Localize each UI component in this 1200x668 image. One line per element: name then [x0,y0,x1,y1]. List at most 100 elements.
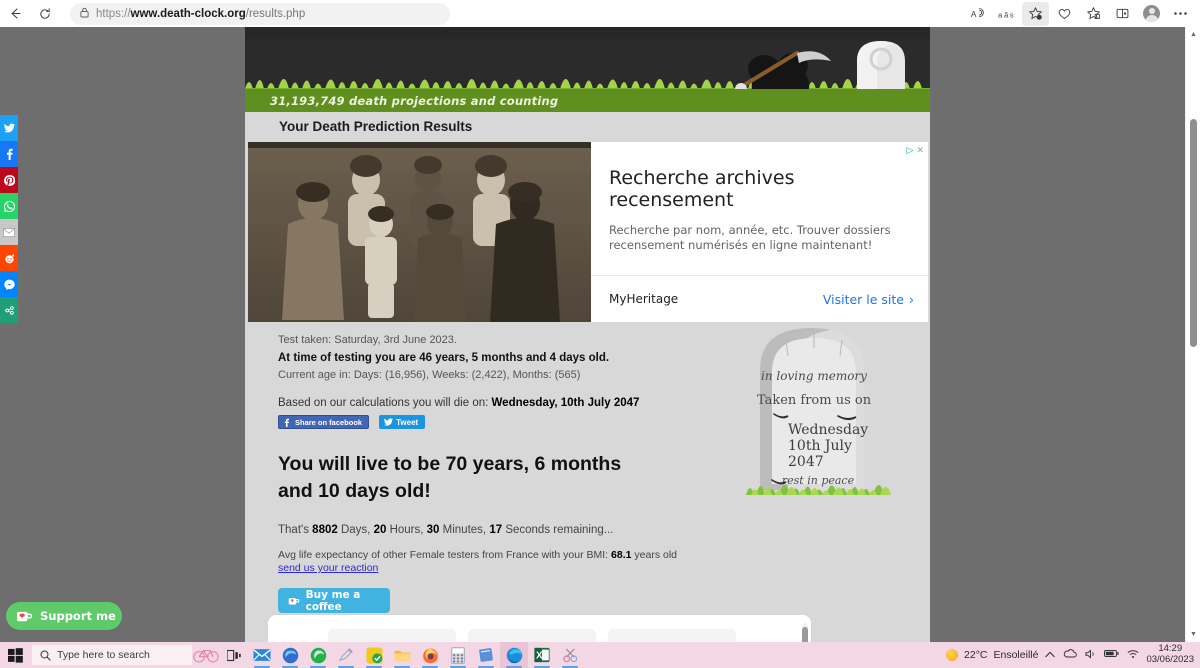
edge-dev-icon[interactable] [276,642,304,668]
avg-prefix: Avg life expectancy of other Female test… [278,549,609,562]
product-carousel[interactable] [267,614,812,642]
calculator-icon[interactable] [444,642,472,668]
onedrive-cloud-icon[interactable] [1063,649,1078,661]
messenger-share-icon[interactable] [0,271,18,297]
speaker-icon[interactable] [1085,649,1096,662]
sun-icon [946,649,959,661]
clock-date: 03/06/2023 [1146,654,1194,665]
tweet-button[interactable]: Tweet [379,415,426,430]
ad-cta-label: Visiter le site [822,291,904,307]
ad-image[interactable] [248,142,591,322]
sticky-notes-icon[interactable] [472,642,500,668]
tomb-line-5: 2047 [788,454,824,470]
share-on-facebook-button[interactable]: Share on facebook [278,415,370,430]
green-check-icon[interactable] [360,642,388,668]
page-title: Your Death Prediction Results [279,118,473,134]
split-screen-icon[interactable] [1109,2,1136,26]
profile-avatar[interactable] [1138,2,1165,26]
ad-cta-link[interactable]: Visiter le site › [823,292,914,307]
facebook-share-icon[interactable] [0,141,18,167]
death-date-prefix: Based on our calculations you will die o… [278,397,489,410]
refresh-icon[interactable] [30,1,60,27]
task-view-icon[interactable] [220,642,248,668]
search-icon [40,650,51,661]
read-aloud-icon[interactable]: A [964,2,991,26]
screen: https://www.death-clock.org/results.php … [0,0,1200,668]
advertisement[interactable]: ▷ ✕ Recherche archives recensement Reche… [248,142,928,322]
address-bar[interactable]: https://www.death-clock.org/results.php [70,2,450,25]
taskbar-search-box[interactable]: Type here to search [32,645,192,665]
product-card[interactable] [328,629,456,642]
show-hidden-icons-chevron[interactable] [1045,650,1056,661]
avg-value: 68.1 [611,549,632,562]
windows-taskbar: Type here to search X 22°C Ensoleillé 14… [0,642,1200,668]
adchoices-icon[interactable]: ▷ [907,145,914,156]
buy-me-a-coffee-button[interactable]: Buy me a coffee [278,588,390,614]
back-arrow-icon[interactable] [0,1,30,27]
mail-icon[interactable] [248,642,276,668]
more-share-icon[interactable] [0,297,18,323]
facebook-icon [284,418,289,427]
firefox-icon[interactable] [416,642,444,668]
system-tray-icons [1045,649,1139,662]
social-share-rail [0,115,18,323]
microsoft-edge-icon[interactable] [500,642,528,668]
tweet-label: Tweet [396,417,419,427]
weather-widget[interactable]: 22°C Ensoleillé [946,649,1038,661]
weather-description: Ensoleillé [993,649,1039,661]
vintage-family-portrait-icon [248,142,591,322]
weather-temperature: 22°C [964,649,988,661]
collections-icon[interactable] [1080,2,1107,26]
bicycle-icon[interactable] [192,642,220,668]
favorites-add-icon[interactable] [1022,1,1049,26]
send-reaction-link[interactable]: send us your reaction [278,562,930,574]
reddit-share-icon[interactable] [0,245,18,271]
excel-icon[interactable]: X [528,642,556,668]
carousel-scrollbar[interactable] [802,623,808,642]
page-scrollbar[interactable]: ▲ ▼ [1185,27,1200,642]
translate-icon[interactable]: aãs [993,2,1020,26]
site-banner: 31,193,749 death projections and countin… [245,39,930,112]
file-explorer-icon[interactable] [388,642,416,668]
wifi-icon[interactable] [1127,649,1139,662]
page-title-bar: Your Death Prediction Results [245,112,930,140]
time-remaining-line: That's 8802 Days, 20 Hours, 30 Minutes, … [278,524,930,536]
product-card[interactable] [608,629,736,642]
scissors-icon[interactable] [556,642,584,668]
svg-text:ã: ã [1004,10,1009,19]
coffee-cup-icon [288,597,300,605]
browser-essentials-icon[interactable] [1051,2,1078,26]
tombstone-graphic: in loving memory Taken from us on Wednes… [738,322,898,497]
ad-body: ▷ ✕ Recherche archives recensement Reche… [591,142,928,322]
twitter-share-icon[interactable] [0,115,18,141]
support-me-widget[interactable]: Support me [6,602,122,630]
svg-text:a: a [998,10,1003,19]
browser-toolbar: https://www.death-clock.org/results.php … [0,0,1200,27]
tomb-line-3: Wednesday [788,422,868,438]
ad-description: Recherche par nom, année, etc. Trouver d… [609,222,891,253]
share-facebook-label: Share on facebook [295,417,363,427]
pinterest-share-icon[interactable] [0,167,18,193]
search-placeholder: Type here to search [57,649,150,661]
settings-more-icon[interactable] [1167,2,1194,26]
ad-title[interactable]: Recherche archives recensement [609,167,910,212]
twitter-icon [384,418,394,427]
remaining-days-unit: Days, [340,524,371,537]
browser-green-icon[interactable] [304,642,332,668]
whatsapp-share-icon[interactable] [0,193,18,219]
ad-choices-controls[interactable]: ▷ ✕ [907,145,924,156]
tomb-line-2: Taken from us on [757,393,872,408]
email-share-icon[interactable] [0,219,18,245]
product-card[interactable] [468,629,596,642]
coffee-cup-icon [17,611,33,621]
svg-text:s: s [1010,10,1014,19]
windows-start-icon[interactable] [0,642,30,668]
death-counter-bar: 31,193,749 death projections and countin… [245,89,930,112]
paint-icon[interactable] [332,642,360,668]
scroll-up-arrow[interactable]: ▲ [1186,27,1200,42]
scrollbar-thumb[interactable] [1190,119,1197,347]
scroll-down-arrow[interactable]: ▼ [1186,627,1200,642]
ad-close-icon[interactable]: ✕ [916,145,924,156]
battery-icon[interactable] [1104,649,1120,661]
taskbar-clock[interactable]: 14:29 03/06/2023 [1146,643,1194,666]
